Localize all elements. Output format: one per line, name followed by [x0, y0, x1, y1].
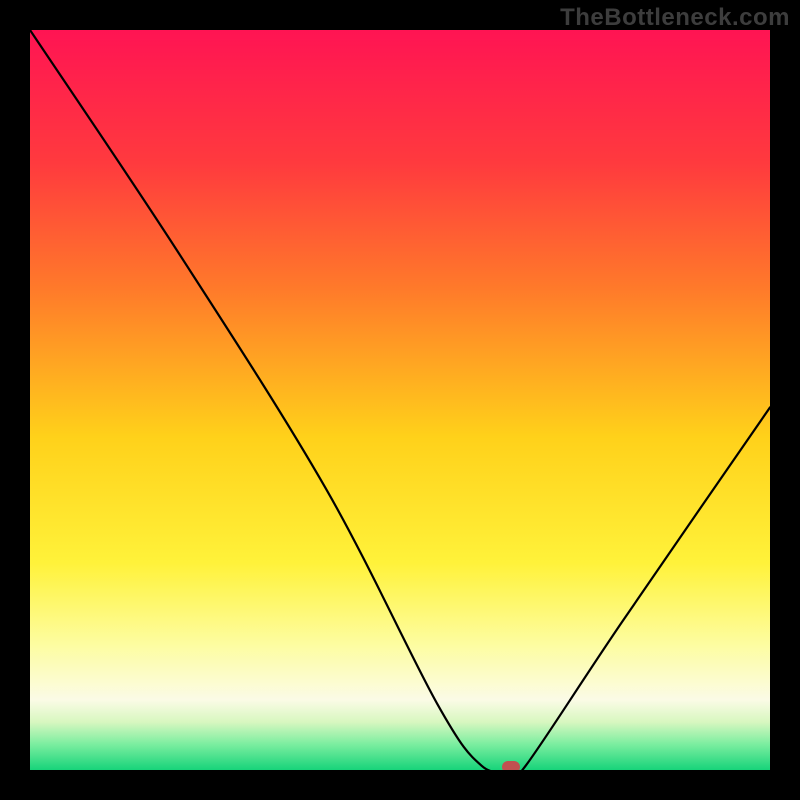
gradient-background: [30, 30, 770, 770]
watermark-text: TheBottleneck.com: [560, 4, 790, 32]
plot-area: [30, 30, 770, 770]
optimal-point-marker: [502, 761, 520, 770]
plot-svg: [30, 30, 770, 770]
chart-frame: TheBottleneck.com: [0, 0, 800, 800]
